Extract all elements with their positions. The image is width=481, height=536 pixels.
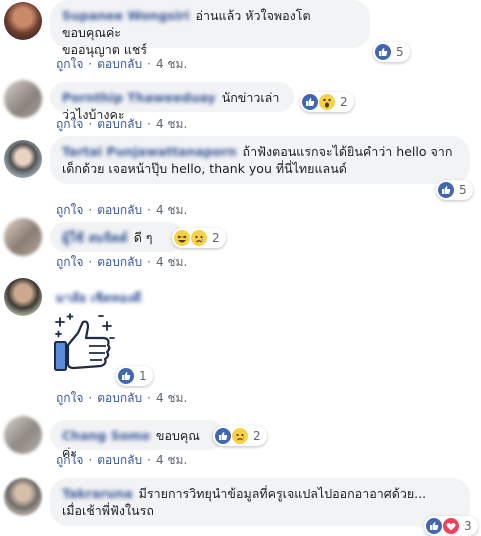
like-link[interactable]: ถูกใจ <box>56 253 83 272</box>
like-icon <box>426 518 442 534</box>
reaction-count: 1 <box>139 369 147 383</box>
reaction-summary[interactable]: 2 <box>213 426 267 446</box>
like-icon <box>302 94 318 110</box>
like-icon <box>118 368 134 384</box>
avatar[interactable] <box>4 278 42 316</box>
reply-link[interactable]: ตอบกลับ <box>97 55 142 74</box>
sad-icon <box>191 230 207 246</box>
avatar[interactable] <box>4 2 42 40</box>
avatar[interactable] <box>4 218 42 256</box>
comment-author[interactable]: Tartai Punjawattanaporn <box>62 144 237 159</box>
comment-actions: ถูกใจ · ตอบกลับ · 4 ชม. <box>56 253 187 272</box>
timestamp[interactable]: 4 ชม. <box>156 253 187 272</box>
reaction-count: 5 <box>396 45 404 59</box>
comment-text-line2: เมื่อเช้าพี่ฟังในรถ <box>62 503 154 518</box>
comment-author-row: มาลัย เชิดทองดี <box>56 288 147 308</box>
like-icon <box>375 44 391 60</box>
timestamp[interactable]: 4 ชม. <box>156 55 187 74</box>
like-link[interactable]: ถูกใจ <box>56 115 83 134</box>
reaction-summary[interactable]: 3 <box>424 516 478 536</box>
reaction-count: 2 <box>340 95 348 109</box>
reply-link[interactable]: ตอบกลับ <box>97 253 142 272</box>
timestamp[interactable]: 4 ชม. <box>156 201 187 220</box>
reaction-summary[interactable]: 2 <box>172 228 226 248</box>
comment-text: มีรายการวิทยุนำข้อมูลที่ครูเจแปลไปออกอาอ… <box>138 486 427 501</box>
haha-icon <box>174 230 190 246</box>
love-icon <box>443 518 459 534</box>
avatar[interactable] <box>4 416 42 454</box>
like-icon <box>215 428 231 444</box>
timestamp[interactable]: 4 ชม. <box>156 451 187 470</box>
like-link[interactable]: ถูกใจ <box>56 389 83 408</box>
comment-author[interactable]: Pornthip Thaweeduay <box>62 90 216 105</box>
sad-icon <box>232 428 248 444</box>
reaction-count: 2 <box>253 429 261 443</box>
like-icon <box>438 182 454 198</box>
comment-bubble: ผู้ใช้ สมจิตต์ ดี ๆ <box>50 222 184 252</box>
comment-bubble: Pornthip Thaweeduay นักข่าวเล่าว่าไงบ้างค… <box>50 82 294 122</box>
reaction-summary[interactable]: 1 <box>116 366 153 386</box>
reaction-summary[interactable]: 5 <box>373 42 410 62</box>
reply-link[interactable]: ตอบกลับ <box>97 389 142 408</box>
comment-actions: ถูกใจ · ตอบกลับ · 4 ชม. <box>56 115 187 134</box>
comment-actions: ถูกใจ · ตอบกลับ · 4 ชม. <box>56 389 187 408</box>
wow-icon <box>319 94 335 110</box>
comment-actions: ถูกใจ · ตอบกลับ · 4 ชม. <box>56 201 187 220</box>
reply-link[interactable]: ตอบกลับ <box>97 115 142 134</box>
timestamp[interactable]: 4 ชม. <box>156 389 187 408</box>
comment-actions: ถูกใจ · ตอบกลับ · 4 ชม. <box>56 55 187 74</box>
avatar[interactable] <box>4 140 42 178</box>
reply-link[interactable]: ตอบกลับ <box>97 451 142 470</box>
comment-actions: ถูกใจ · ตอบกลับ · 4 ชม. <box>56 451 187 470</box>
reaction-summary[interactable]: 2 <box>300 92 354 112</box>
reaction-count: 5 <box>459 183 467 197</box>
like-link[interactable]: ถูกใจ <box>56 55 83 74</box>
comment-bubble: Supanee Wongsiri อ่านแล้ว หัวใจพองโต ขอบค… <box>50 0 370 57</box>
avatar[interactable] <box>4 478 42 516</box>
comment-text-line2: เด็กด้วย เจอหน้าปุ๊บ hello, thank you ที… <box>62 161 347 176</box>
reaction-count: 3 <box>464 519 472 533</box>
comment-text: ถ้าฟังตอนแรกจะได้ยินคำว่า hello จาก <box>242 144 453 159</box>
comment-text: ดี ๆ <box>133 230 153 245</box>
reply-link[interactable]: ตอบกลับ <box>97 201 142 220</box>
comment-author[interactable]: มาลัย เชิดทองดี <box>56 290 141 305</box>
like-link[interactable]: ถูกใจ <box>56 451 83 470</box>
comment-bubble: Chang Somo ขอบคุณค่ะ <box>50 420 224 460</box>
comment-author[interactable]: Supanee Wongsiri <box>62 8 189 23</box>
comment-bubble: Tartai Punjawattanaporn ถ้าฟังตอนแรกจะได้… <box>50 136 470 184</box>
comment-author[interactable]: Takraruna <box>62 486 133 501</box>
comment-author[interactable]: ผู้ใช้ สมจิตต์ <box>62 230 128 245</box>
avatar[interactable] <box>4 80 42 118</box>
timestamp[interactable]: 4 ชม. <box>156 115 187 134</box>
comment-author[interactable]: Chang Somo <box>62 428 150 443</box>
sparkling-thumbs-up-sticker <box>54 313 115 371</box>
reaction-count: 2 <box>212 231 220 245</box>
like-link[interactable]: ถูกใจ <box>56 201 83 220</box>
reaction-summary[interactable]: 5 <box>436 180 473 200</box>
comment-bubble: Takraruna มีรายการวิทยุนำข้อมูลที่ครูเจแป… <box>50 478 470 526</box>
